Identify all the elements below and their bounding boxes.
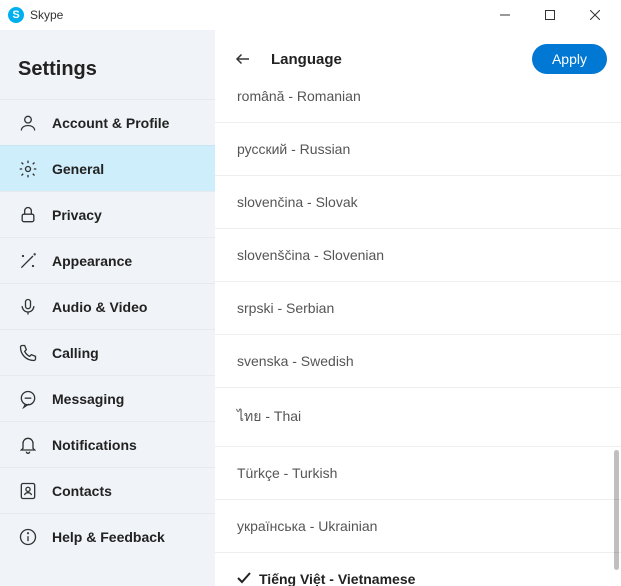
sidebar-item-label: Audio & Video	[52, 299, 147, 315]
minimize-button[interactable]	[482, 0, 527, 30]
panel-header: Language Apply	[215, 30, 621, 88]
maximize-button[interactable]	[527, 0, 572, 30]
sidebar-item-chat[interactable]: Messaging	[0, 375, 215, 421]
account-icon	[18, 113, 38, 133]
sidebar-item-label: Help & Feedback	[52, 529, 165, 545]
language-option[interactable]: Tiếng Việt - Vietnamese	[215, 553, 621, 586]
language-label: Tiếng Việt - Vietnamese	[259, 571, 415, 586]
contacts-icon	[18, 481, 38, 501]
info-icon	[18, 527, 38, 547]
gear-icon	[18, 159, 38, 179]
sidebar-item-gear[interactable]: General	[0, 145, 215, 191]
sidebar-item-account[interactable]: Account & Profile	[0, 99, 215, 145]
app-name: Skype	[30, 8, 63, 22]
language-label: ไทย - Thai	[237, 406, 301, 428]
sidebar-item-mic[interactable]: Audio & Video	[0, 283, 215, 329]
language-label: slovenščina - Slovenian	[237, 247, 384, 263]
sidebar-item-phone[interactable]: Calling	[0, 329, 215, 375]
language-option[interactable]: русский - Russian	[215, 123, 621, 176]
language-option[interactable]: ไทย - Thai	[215, 388, 621, 447]
sidebar-item-label: General	[52, 161, 104, 177]
lock-icon	[18, 205, 38, 225]
page-title: Language	[271, 51, 342, 68]
sidebar-item-label: Calling	[52, 345, 99, 361]
language-option[interactable]: svenska - Swedish	[215, 335, 621, 388]
sidebar-item-label: Appearance	[52, 253, 132, 269]
settings-title: Settings	[0, 30, 215, 99]
language-option[interactable]: slovenčina - Slovak	[215, 176, 621, 229]
skype-logo-icon: S	[8, 7, 24, 23]
bell-icon	[18, 435, 38, 455]
language-option[interactable]: українська - Ukrainian	[215, 500, 621, 553]
language-label: русский - Russian	[237, 141, 350, 157]
language-list[interactable]: română - Romanian русский - Russian sloven…	[215, 88, 621, 586]
sidebar-item-contacts[interactable]: Contacts	[0, 467, 215, 513]
sidebar-item-label: Notifications	[52, 437, 137, 453]
settings-sidebar: Settings Account & Profile General Privacy…	[0, 30, 215, 586]
sidebar-item-wand[interactable]: Appearance	[0, 237, 215, 283]
apply-button[interactable]: Apply	[532, 44, 607, 74]
language-option[interactable]: română - Romanian	[215, 88, 621, 123]
checkmark-icon	[237, 571, 251, 586]
titlebar: S Skype	[0, 0, 621, 30]
language-label: slovenčina - Slovak	[237, 194, 358, 210]
phone-icon	[18, 343, 38, 363]
language-option[interactable]: srpski - Serbian	[215, 282, 621, 335]
language-label: svenska - Swedish	[237, 353, 354, 369]
main-panel: Language Apply română - Romanian русский …	[215, 30, 621, 586]
sidebar-item-label: Account & Profile	[52, 115, 169, 131]
sidebar-item-label: Messaging	[52, 391, 124, 407]
chat-icon	[18, 389, 38, 409]
sidebar-item-bell[interactable]: Notifications	[0, 421, 215, 467]
language-label: srpski - Serbian	[237, 300, 334, 316]
language-label: română - Romanian	[237, 88, 361, 104]
sidebar-item-lock[interactable]: Privacy	[0, 191, 215, 237]
sidebar-item-info[interactable]: Help & Feedback	[0, 513, 215, 559]
back-button[interactable]	[229, 45, 257, 73]
microphone-icon	[18, 297, 38, 317]
language-label: Türkçe - Turkish	[237, 465, 337, 481]
language-option[interactable]: slovenščina - Slovenian	[215, 229, 621, 282]
sidebar-item-label: Contacts	[52, 483, 112, 499]
language-label: українська - Ukrainian	[237, 518, 377, 534]
wand-icon	[18, 251, 38, 271]
language-option[interactable]: Türkçe - Turkish	[215, 447, 621, 500]
scrollbar-thumb[interactable]	[614, 450, 619, 570]
sidebar-item-label: Privacy	[52, 207, 102, 223]
close-button[interactable]	[572, 0, 617, 30]
